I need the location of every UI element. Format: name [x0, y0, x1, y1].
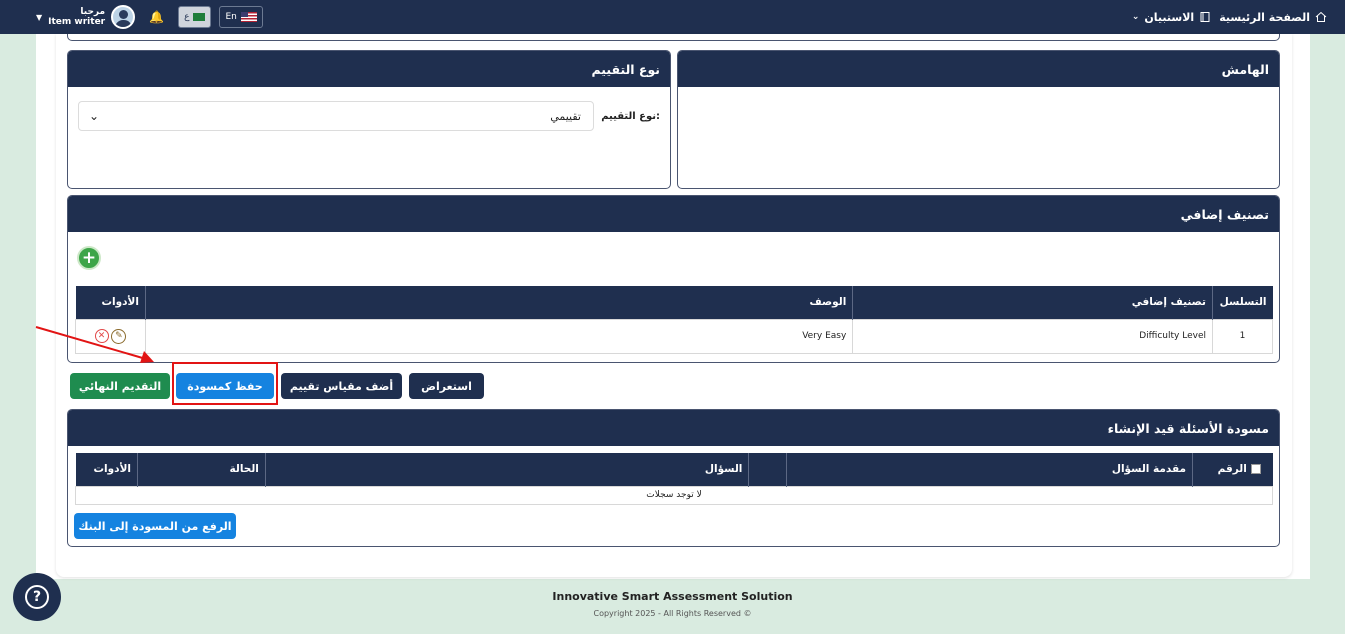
question-mark-icon: ? — [25, 585, 49, 609]
nav-home[interactable]: الصفحة الرئيسية — [1219, 11, 1327, 24]
assessment-type-value: تقييمي — [550, 109, 581, 123]
nav-home-label: الصفحة الرئيسية — [1219, 10, 1310, 24]
user-name: Item writer — [48, 17, 106, 27]
topbar-user-area: ▼ مرحبا Item writer 🔔 ع En — [36, 4, 263, 30]
select-all-checkbox[interactable] — [1250, 464, 1261, 475]
chevron-down-icon: ⌄ — [1131, 12, 1140, 22]
caret-down-icon: ▼ — [36, 12, 43, 22]
column-header: الأدوات — [75, 286, 146, 319]
drafts-table: الأدوات الحالة السؤال مقدمة السؤال الرقم… — [75, 453, 1273, 505]
footer-copyright: Copyright 2025 - All Rights Reserved © — [593, 609, 752, 618]
chevron-down-icon: ⌄ — [89, 109, 100, 123]
user-greeting: مرحبا — [80, 7, 106, 17]
column-header: تصنيف إضافي — [852, 286, 1213, 319]
margin-card: الهامش — [677, 50, 1280, 189]
highlight-box — [172, 362, 278, 405]
lang-arabic-button[interactable]: ع — [178, 6, 212, 28]
classification-card: تصنيف إضافي + الأدوات الوصف تصنيف إضافي … — [67, 195, 1280, 363]
assessment-type-title: نوع التقييم — [68, 51, 670, 87]
assessment-type-card: نوع التقييم نوع التقييم: ⌄ تقييمي — [67, 50, 671, 189]
margin-card-title: الهامش — [678, 51, 1279, 87]
column-header: الحالة — [137, 453, 266, 486]
column-header: الوصف — [145, 286, 854, 319]
main-nav: الصفحة الرئيسية الاستبيان ⌄ — [1132, 0, 1327, 34]
preview-button[interactable]: استعراض — [409, 373, 484, 399]
classification-title: تصنيف إضافي — [68, 196, 1279, 232]
row-description: Very Easy — [144, 318, 854, 354]
user-menu[interactable]: ▼ مرحبا Item writer — [36, 5, 136, 29]
classification-table: الأدوات الوصف تصنيف إضافي التسلسل ✕ ✎ Ve… — [75, 286, 1274, 354]
nav-survey[interactable]: الاستبيان ⌄ — [1132, 11, 1211, 24]
us-flag-icon — [240, 12, 257, 22]
final-submit-button[interactable]: التقديم النهائي — [70, 373, 170, 399]
column-header: التسلسل — [1212, 286, 1273, 319]
upload-draft-to-bank-button[interactable]: الرفع من المسودة إلى البنك — [74, 513, 236, 539]
drafts-title: مسودة الأسئلة قيد الإنشاء — [68, 410, 1279, 446]
lang-english-button[interactable]: En — [219, 6, 263, 28]
row-classification: Difficulty Level — [852, 318, 1213, 354]
column-header: الأدوات — [75, 453, 138, 486]
add-classification-button[interactable]: + — [77, 246, 101, 270]
row-seq: 1 — [1211, 318, 1274, 354]
home-icon — [1315, 11, 1327, 22]
avatar[interactable] — [111, 5, 136, 29]
column-header: الرقم — [1192, 453, 1273, 486]
column-header: مقدمة السؤال — [786, 453, 1194, 486]
drafts-card: مسودة الأسئلة قيد الإنشاء الأدوات الحالة… — [67, 409, 1280, 547]
book-icon — [1200, 12, 1210, 22]
column-header: السؤال — [265, 453, 750, 486]
nav-survey-label: الاستبيان — [1144, 10, 1195, 24]
empty-state: لا توجد سجلات — [75, 485, 1273, 505]
help-button[interactable]: ? — [13, 573, 61, 621]
assessment-type-label: نوع التقييم: — [601, 111, 660, 122]
footer: Innovative Smart Assessment Solution Cop… — [0, 590, 1345, 618]
footer-title: Innovative Smart Assessment Solution — [552, 590, 793, 603]
annotation-arrow — [35, 326, 154, 363]
bell-icon[interactable]: 🔔 — [149, 10, 164, 24]
add-rating-scale-button[interactable]: أضف مقياس تقييم — [281, 373, 402, 399]
table-row: ✕ ✎ Very Easy Difficulty Level 1 — [75, 318, 1274, 354]
previous-card-bottom — [67, 34, 1280, 41]
top-navbar: الصفحة الرئيسية الاستبيان ⌄ ▼ مرحبا Item… — [0, 0, 1345, 34]
assessment-type-select[interactable]: ⌄ تقييمي — [78, 101, 594, 131]
saudi-flag-icon — [193, 13, 206, 21]
